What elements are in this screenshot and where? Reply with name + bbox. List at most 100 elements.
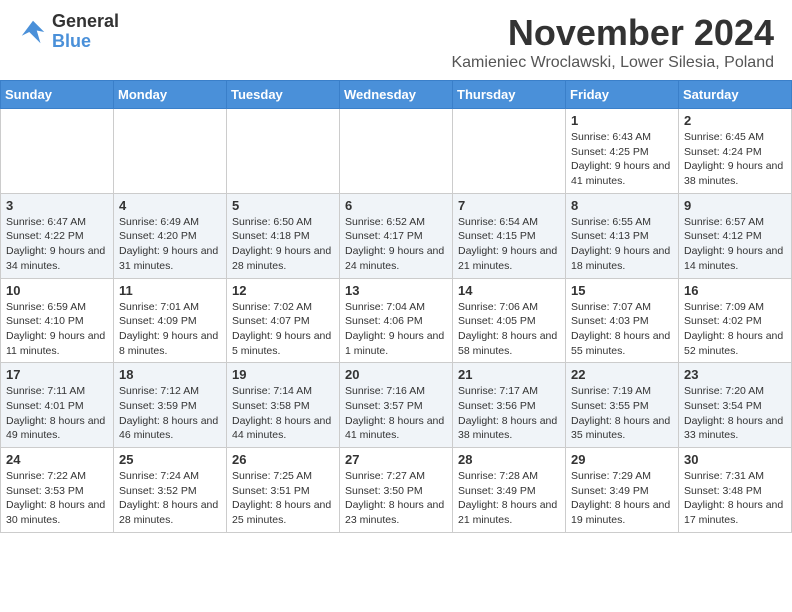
calendar-day-19: 19 Sunrise: 7:14 AM Sunset: 3:58 PM Dayli… <box>227 363 340 448</box>
calendar-day-24: 24Sunrise: 7:22 AM Sunset: 3:53 PM Dayli… <box>1 448 114 533</box>
calendar-week-2: 3Sunrise: 6:47 AM Sunset: 4:22 PM Daylig… <box>1 193 792 278</box>
calendar-header-monday: Monday <box>114 81 227 109</box>
calendar-day-23: 23 Sunrise: 7:20 AM Sunset: 3:54 PM Dayli… <box>679 363 792 448</box>
day-info: Sunrise: 6:43 AM Sunset: 4:25 PM Dayligh… <box>571 130 673 189</box>
day-info: Sunrise: 7:22 AM Sunset: 3:53 PM Dayligh… <box>6 469 108 528</box>
calendar-week-1: 1Sunrise: 6:43 AM Sunset: 4:25 PM Daylig… <box>1 109 792 194</box>
day-number: 29 <box>571 452 673 467</box>
calendar-day-12: 12 Sunrise: 7:02 AM Sunset: 4:07 PM Dayli… <box>227 278 340 363</box>
calendar-day-30: 30 Sunrise: 7:31 AM Sunset: 3:48 PM Dayli… <box>679 448 792 533</box>
day-number: 13 <box>345 283 447 298</box>
calendar-day-8: 8 Sunrise: 6:55 AM Sunset: 4:13 PM Daylig… <box>566 193 679 278</box>
day-info: Sunrise: 7:31 AM Sunset: 3:48 PM Dayligh… <box>684 469 786 528</box>
calendar-day-1: 1Sunrise: 6:43 AM Sunset: 4:25 PM Daylig… <box>566 109 679 194</box>
calendar-day-5: 5 Sunrise: 6:50 AM Sunset: 4:18 PM Daylig… <box>227 193 340 278</box>
calendar-header-friday: Friday <box>566 81 679 109</box>
location: Kamieniec Wroclawski, Lower Silesia, Pol… <box>451 54 774 72</box>
day-info: Sunrise: 6:59 AM Sunset: 4:10 PM Dayligh… <box>6 300 108 359</box>
logo-general: General <box>52 12 119 32</box>
calendar-empty <box>340 109 453 194</box>
logo-blue: Blue <box>52 32 119 52</box>
calendar-empty <box>1 109 114 194</box>
day-number: 25 <box>119 452 221 467</box>
calendar-header-saturday: Saturday <box>679 81 792 109</box>
calendar-day-4: 4 Sunrise: 6:49 AM Sunset: 4:20 PM Daylig… <box>114 193 227 278</box>
calendar-day-25: 25 Sunrise: 7:24 AM Sunset: 3:52 PM Dayli… <box>114 448 227 533</box>
calendar-day-18: 18 Sunrise: 7:12 AM Sunset: 3:59 PM Dayli… <box>114 363 227 448</box>
calendar-day-15: 15Sunrise: 7:07 AM Sunset: 4:03 PM Dayli… <box>566 278 679 363</box>
calendar-day-9: 9Sunrise: 6:57 AM Sunset: 4:12 PM Daylig… <box>679 193 792 278</box>
calendar-table: SundayMondayTuesdayWednesdayThursdayFrid… <box>0 80 792 533</box>
calendar-week-3: 10Sunrise: 6:59 AM Sunset: 4:10 PM Dayli… <box>1 278 792 363</box>
logo-text: General Blue <box>52 12 119 52</box>
calendar-day-17: 17 Sunrise: 7:11 AM Sunset: 4:01 PM Dayli… <box>1 363 114 448</box>
day-number: 21 <box>458 367 560 382</box>
day-info: Sunrise: 7:28 AM Sunset: 3:49 PM Dayligh… <box>458 469 560 528</box>
day-info: Sunrise: 7:11 AM Sunset: 4:01 PM Dayligh… <box>6 384 108 443</box>
day-info: Sunrise: 7:27 AM Sunset: 3:50 PM Dayligh… <box>345 469 447 528</box>
day-info: Sunrise: 7:25 AM Sunset: 3:51 PM Dayligh… <box>232 469 334 528</box>
day-info: Sunrise: 7:20 AM Sunset: 3:54 PM Dayligh… <box>684 384 786 443</box>
day-info: Sunrise: 6:54 AM Sunset: 4:15 PM Dayligh… <box>458 215 560 274</box>
day-info: Sunrise: 6:55 AM Sunset: 4:13 PM Dayligh… <box>571 215 673 274</box>
calendar-day-11: 11Sunrise: 7:01 AM Sunset: 4:09 PM Dayli… <box>114 278 227 363</box>
calendar-day-22: 22 Sunrise: 7:19 AM Sunset: 3:55 PM Dayli… <box>566 363 679 448</box>
day-info: Sunrise: 7:19 AM Sunset: 3:55 PM Dayligh… <box>571 384 673 443</box>
logo: General Blue <box>18 12 119 52</box>
calendar-header-tuesday: Tuesday <box>227 81 340 109</box>
day-number: 3 <box>6 198 108 213</box>
day-number: 28 <box>458 452 560 467</box>
calendar-empty <box>453 109 566 194</box>
day-number: 12 <box>232 283 334 298</box>
calendar-week-4: 17 Sunrise: 7:11 AM Sunset: 4:01 PM Dayli… <box>1 363 792 448</box>
day-number: 9 <box>684 198 786 213</box>
day-info: Sunrise: 6:52 AM Sunset: 4:17 PM Dayligh… <box>345 215 447 274</box>
calendar-day-2: 2Sunrise: 6:45 AM Sunset: 4:24 PM Daylig… <box>679 109 792 194</box>
day-info: Sunrise: 7:14 AM Sunset: 3:58 PM Dayligh… <box>232 384 334 443</box>
day-info: Sunrise: 7:12 AM Sunset: 3:59 PM Dayligh… <box>119 384 221 443</box>
calendar-day-20: 20 Sunrise: 7:16 AM Sunset: 3:57 PM Dayli… <box>340 363 453 448</box>
day-number: 6 <box>345 198 447 213</box>
day-number: 7 <box>458 198 560 213</box>
day-number: 17 <box>6 367 108 382</box>
day-number: 27 <box>345 452 447 467</box>
day-info: Sunrise: 6:50 AM Sunset: 4:18 PM Dayligh… <box>232 215 334 274</box>
calendar-empty <box>114 109 227 194</box>
day-number: 26 <box>232 452 334 467</box>
calendar-day-29: 29 Sunrise: 7:29 AM Sunset: 3:49 PM Dayli… <box>566 448 679 533</box>
logo-icon <box>18 17 48 47</box>
day-number: 5 <box>232 198 334 213</box>
day-number: 15 <box>571 283 673 298</box>
calendar-day-27: 27 Sunrise: 7:27 AM Sunset: 3:50 PM Dayli… <box>340 448 453 533</box>
day-info: Sunrise: 7:06 AM Sunset: 4:05 PM Dayligh… <box>458 300 560 359</box>
calendar-day-13: 13Sunrise: 7:04 AM Sunset: 4:06 PM Dayli… <box>340 278 453 363</box>
day-number: 23 <box>684 367 786 382</box>
day-number: 19 <box>232 367 334 382</box>
day-number: 4 <box>119 198 221 213</box>
calendar-day-28: 28 Sunrise: 7:28 AM Sunset: 3:49 PM Dayli… <box>453 448 566 533</box>
day-number: 18 <box>119 367 221 382</box>
day-info: Sunrise: 6:49 AM Sunset: 4:20 PM Dayligh… <box>119 215 221 274</box>
day-number: 14 <box>458 283 560 298</box>
calendar-empty <box>227 109 340 194</box>
header: General Blue November 2024 Kamieniec Wro… <box>0 0 792 80</box>
day-number: 8 <box>571 198 673 213</box>
day-number: 11 <box>119 283 221 298</box>
day-number: 30 <box>684 452 786 467</box>
day-info: Sunrise: 7:02 AM Sunset: 4:07 PM Dayligh… <box>232 300 334 359</box>
day-info: Sunrise: 7:16 AM Sunset: 3:57 PM Dayligh… <box>345 384 447 443</box>
month-title: November 2024 <box>451 12 774 54</box>
title-section: November 2024 Kamieniec Wroclawski, Lowe… <box>451 12 774 72</box>
calendar-header-row: SundayMondayTuesdayWednesdayThursdayFrid… <box>1 81 792 109</box>
day-info: Sunrise: 7:24 AM Sunset: 3:52 PM Dayligh… <box>119 469 221 528</box>
calendar-day-14: 14 Sunrise: 7:06 AM Sunset: 4:05 PM Dayli… <box>453 278 566 363</box>
day-number: 20 <box>345 367 447 382</box>
day-info: Sunrise: 7:29 AM Sunset: 3:49 PM Dayligh… <box>571 469 673 528</box>
calendar-day-6: 6 Sunrise: 6:52 AM Sunset: 4:17 PM Daylig… <box>340 193 453 278</box>
day-number: 2 <box>684 113 786 128</box>
calendar-week-5: 24Sunrise: 7:22 AM Sunset: 3:53 PM Dayli… <box>1 448 792 533</box>
calendar-header-thursday: Thursday <box>453 81 566 109</box>
calendar-header-sunday: Sunday <box>1 81 114 109</box>
calendar-day-16: 16Sunrise: 7:09 AM Sunset: 4:02 PM Dayli… <box>679 278 792 363</box>
day-number: 22 <box>571 367 673 382</box>
